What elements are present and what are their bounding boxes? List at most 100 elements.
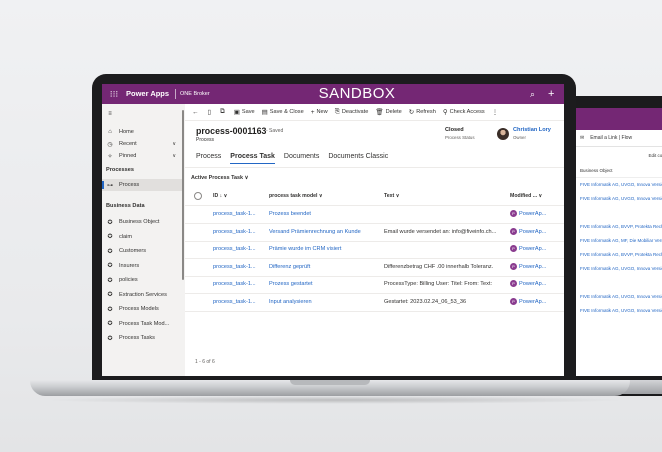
deactivate-button[interactable]: ⎘ Deactivate bbox=[335, 108, 369, 116]
modified-by[interactable]: P PowerAp... bbox=[510, 276, 562, 293]
app-launcher-icon[interactable]: ⁝⁝⁝ bbox=[108, 88, 120, 100]
table-row[interactable]: process_task-1... Versand Prämienrechnung… bbox=[185, 224, 564, 242]
list-item[interactable]: FIVE Informatik AG, UVGO, Innova Versich bbox=[576, 262, 662, 276]
sidebar-item-business[interactable]: ✪ policies bbox=[102, 274, 182, 286]
task-id-link[interactable]: process_task-1... bbox=[213, 276, 263, 293]
column-header-text[interactable]: Text ∨ bbox=[384, 188, 502, 205]
task-id-link[interactable]: process_task-1... bbox=[213, 241, 263, 258]
modified-by[interactable]: P PowerAp... bbox=[510, 241, 562, 258]
open-new-window-button[interactable]: ⧉ bbox=[220, 108, 227, 116]
modified-by[interactable]: P PowerAp... bbox=[510, 259, 562, 276]
sidebar-item-label: Process Models bbox=[119, 306, 159, 312]
select-all-checkbox[interactable] bbox=[194, 188, 202, 205]
topbar-divider bbox=[175, 89, 176, 99]
column-header-modified[interactable]: Modified ... ∨ bbox=[510, 188, 562, 205]
task-model-link[interactable]: Prozess beendet bbox=[269, 206, 379, 223]
avatar: P bbox=[510, 297, 517, 305]
task-text: Email wurde versendet an: info@fiveinfo.… bbox=[384, 228, 497, 235]
save-label: Save bbox=[241, 109, 255, 115]
list-item[interactable]: FIVE Informatik AG, BVVP, Protekta Recht bbox=[576, 220, 662, 234]
tab-documents-classic[interactable]: Documents Classic bbox=[328, 153, 388, 164]
modified-by[interactable]: P PowerAp... bbox=[510, 294, 562, 311]
sidebar-item-recent[interactable]: ◷ Recent ∨ bbox=[102, 138, 182, 150]
sidebar-item-business[interactable]: ✪ claim bbox=[102, 231, 182, 243]
sidebar: ≡ ⌂ Home ◷ Recent ∨ ✧ Pinned ∨ Processes… bbox=[102, 104, 185, 376]
modified-by[interactable]: P PowerAp... bbox=[510, 206, 562, 223]
table-row[interactable]: process_task-1... Prozess gestartet Proces… bbox=[185, 276, 564, 294]
list-item[interactable]: FIVE Informatik AG, BVVP, Protekta Recht bbox=[576, 248, 662, 262]
save-close-button[interactable]: ▤ Save & Close bbox=[262, 108, 304, 116]
sidebar-item-label: Process Tasks bbox=[119, 335, 155, 341]
avatar: P bbox=[510, 227, 517, 235]
table-row[interactable]: process_task-1... Input analysieren Gestar… bbox=[185, 294, 564, 312]
table-row[interactable]: process_task-1... Differenz geprüft Differ… bbox=[185, 259, 564, 277]
sidebar-item-process[interactable]: ⊶ Process bbox=[102, 179, 182, 191]
sidebar-item-business[interactable]: ✪ Insurers bbox=[102, 260, 182, 272]
check-access-button[interactable]: ⚲ Check Access bbox=[443, 108, 485, 116]
sidebar-heading-business-data: Business Data bbox=[106, 203, 145, 209]
task-id-link[interactable]: process_task-1... bbox=[213, 259, 263, 276]
row-checkbox[interactable] bbox=[194, 241, 202, 258]
task-id-link[interactable]: process_task-1... bbox=[213, 224, 263, 241]
sidebar-item-business[interactable]: ✪ Customers bbox=[102, 245, 182, 257]
row-checkbox[interactable] bbox=[194, 276, 202, 293]
table-row[interactable]: process_task-1... Prämie wurde im CRM vis… bbox=[185, 241, 564, 259]
task-model-link[interactable]: Input analysieren bbox=[269, 294, 379, 311]
tab-process-task[interactable]: Process Task bbox=[230, 153, 275, 164]
sidebar-item-business[interactable]: ✪ Extraction Services bbox=[102, 289, 182, 301]
edit-columns-button[interactable]: Edit column bbox=[576, 147, 662, 160]
second-command-label[interactable]: Email a Link | Flow bbox=[590, 135, 632, 141]
new-button[interactable]: + New bbox=[311, 109, 328, 116]
search-icon[interactable]: ⌕ bbox=[530, 84, 535, 104]
list-item[interactable]: FIVE Informatik AG, UVGO, Innova Versich bbox=[576, 304, 662, 318]
task-text: Gestartet: 2023.02.24_06_53_36 bbox=[384, 298, 467, 305]
sidebar-item-business[interactable]: ✪ Process Task Mod... bbox=[102, 318, 182, 330]
task-model-link[interactable]: Prämie wurde im CRM visiert bbox=[269, 241, 379, 258]
sidebar-item-pinned[interactable]: ✧ Pinned ∨ bbox=[102, 150, 182, 162]
sidebar-item-business[interactable]: ✪ Process Tasks bbox=[102, 332, 182, 344]
row-checkbox[interactable] bbox=[194, 206, 202, 223]
row-checkbox[interactable] bbox=[194, 224, 202, 241]
sidebar-scrollbar[interactable] bbox=[182, 110, 184, 280]
hamburger-menu[interactable]: ≡ bbox=[102, 108, 182, 120]
refresh-button[interactable]: ↻ Refresh bbox=[409, 108, 436, 116]
column-header-id[interactable]: ID ↓ ∨ bbox=[213, 188, 263, 205]
save-button[interactable]: ▣ Save bbox=[234, 108, 255, 116]
delete-button[interactable]: 🗑 Delete bbox=[375, 108, 401, 116]
list-item[interactable]: FIVE Informatik AG, MF, Die Mobiliar Ver… bbox=[576, 234, 662, 248]
sidebar-item-business[interactable]: ✪ Process Models bbox=[102, 303, 182, 315]
second-grid-header[interactable]: Business Object bbox=[576, 160, 662, 178]
sidebar-item-business[interactable]: ✪ Business Object bbox=[102, 216, 182, 228]
task-model-link[interactable]: Differenz geprüft bbox=[269, 259, 379, 276]
record-info-button[interactable]: ▯ bbox=[208, 108, 214, 116]
app-name[interactable]: Power Apps bbox=[126, 84, 169, 104]
table-row[interactable]: process_task-1... Prozess beendet P PowerAp… bbox=[185, 206, 564, 224]
list-item[interactable]: FIVE Informatik AG, UVGO, Innova Versich bbox=[576, 192, 662, 206]
list-item[interactable]: FIVE Informatik AG, UVGO, Innova Versich bbox=[576, 290, 662, 304]
task-id-link[interactable]: process_task-1... bbox=[213, 206, 263, 223]
plus-icon[interactable]: + bbox=[548, 84, 554, 104]
owner-avatar[interactable] bbox=[497, 128, 509, 140]
task-id-link[interactable]: process_task-1... bbox=[213, 294, 263, 311]
tab-documents[interactable]: Documents bbox=[284, 153, 319, 164]
owner-name[interactable]: Christian Lory bbox=[513, 127, 551, 133]
environment-name[interactable]: ONE Broker bbox=[180, 84, 210, 104]
more-commands-button[interactable]: ⋮ bbox=[492, 108, 501, 116]
home-icon: ⌂ bbox=[108, 129, 112, 135]
owner-label: Owner bbox=[513, 135, 526, 140]
view-selector[interactable]: Active Process Task ∨ bbox=[191, 175, 249, 181]
row-checkbox[interactable] bbox=[194, 294, 202, 311]
row-checkbox[interactable] bbox=[194, 259, 202, 276]
chevron-down-icon: ∨ bbox=[244, 175, 249, 181]
back-button[interactable]: ← bbox=[192, 109, 201, 116]
list-item[interactable]: FIVE Informatik AG, UVGO, Innova Versich bbox=[576, 178, 662, 192]
tab-process[interactable]: Process bbox=[196, 153, 221, 164]
task-model-link[interactable]: Prozess gestartet bbox=[269, 276, 379, 293]
delete-label: Delete bbox=[385, 109, 402, 115]
more-icon: ⋮ bbox=[491, 109, 499, 116]
column-header-model[interactable]: process task model ∨ bbox=[269, 188, 379, 205]
modified-by[interactable]: P PowerAp... bbox=[510, 224, 562, 241]
task-model-link[interactable]: Versand Prämienrechnung an Kunde bbox=[269, 224, 379, 241]
sidebar-item-home[interactable]: ⌂ Home bbox=[102, 126, 182, 138]
record-tabs: Process Process Task Documents Documents… bbox=[196, 153, 388, 164]
